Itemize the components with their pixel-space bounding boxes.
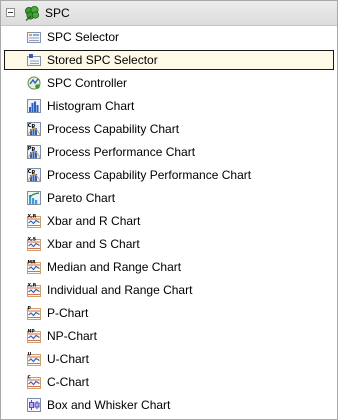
individual-range-chart-icon: X,R (27, 283, 41, 297)
tree-item[interactable]: Pp Process Performance Chart (1, 141, 337, 164)
tree-item-label: Median and Range Chart (47, 260, 182, 274)
svg-text:X,R: X,R (28, 283, 37, 289)
tree-item-label: SPC Selector (47, 30, 120, 44)
tree-item[interactable]: Pareto Chart (1, 187, 337, 210)
tree-item[interactable]: U U-Chart (1, 348, 337, 371)
controller-icon (27, 76, 41, 90)
svg-text:MR: MR (28, 260, 37, 266)
p-chart-icon: P (27, 306, 41, 320)
tree-item[interactable]: Cp Process Capability Performance Chart (1, 164, 337, 187)
tree-item[interactable]: X,R Individual and Range Chart (1, 279, 337, 302)
tree-root-row[interactable]: SPC (1, 1, 337, 26)
tree-item-label: Process Capability Chart (47, 122, 180, 136)
tree-item-label: SPC Controller (47, 76, 128, 90)
tree-item-label: Box and Whisker Chart (47, 398, 171, 412)
xbar-s-chart-icon: X,S (27, 237, 41, 251)
tree-item[interactable]: P P-Chart (1, 302, 337, 325)
capability-chart-icon: Cp (27, 122, 41, 136)
svg-text:Cp: Cp (28, 169, 36, 175)
tree-root-label: SPC (45, 6, 70, 20)
tree-item[interactable]: SPC Selector (1, 26, 337, 49)
tree-item-label: NP-Chart (47, 329, 98, 343)
np-chart-icon: NP (27, 329, 41, 343)
box-whisker-chart-icon (27, 398, 41, 412)
tree-item-label: U-Chart (47, 352, 90, 366)
svg-text:X,S: X,S (28, 237, 37, 243)
capability-performance-chart-icon: Cp (27, 168, 41, 182)
tree-item-label: Process Performance Chart (47, 145, 196, 159)
tree-item-label: Process Capability Performance Chart (47, 168, 252, 182)
tree-item-label: Stored SPC Selector (47, 53, 158, 67)
tree-item-label: Xbar and S Chart (47, 237, 140, 251)
svg-text:Cp: Cp (28, 123, 36, 129)
histogram-icon (27, 99, 41, 113)
tree-item[interactable]: SPC Controller (1, 72, 337, 95)
tree-item[interactable]: Histogram Chart (1, 95, 337, 118)
tree-children: SPC Selector Stored SPC Selector SPC Con… (1, 26, 337, 417)
spc-tree-panel: SPC SPC Selector Stored SPC Selector SPC… (0, 0, 338, 420)
tree-item[interactable]: Box and Whisker Chart (1, 394, 337, 417)
tree-item[interactable]: X,S Xbar and S Chart (1, 233, 337, 256)
stored-selector-icon (27, 53, 41, 67)
median-range-chart-icon: MR (27, 260, 41, 274)
tree-item-label: Individual and Range Chart (47, 283, 193, 297)
c-chart-icon: C (27, 375, 41, 389)
tree-item[interactable]: Stored SPC Selector (1, 49, 337, 72)
pareto-icon (27, 191, 41, 205)
tree-item[interactable]: X,R Xbar and R Chart (1, 210, 337, 233)
tree-item-label: C-Chart (47, 375, 90, 389)
svg-text:U: U (28, 352, 32, 358)
tree-item-label: Histogram Chart (47, 99, 135, 113)
collapse-toggle-icon[interactable] (6, 8, 15, 17)
tree-item[interactable]: Cp Process Capability Chart (1, 118, 337, 141)
svg-text:Pp: Pp (28, 146, 36, 152)
svg-text:NP: NP (28, 329, 36, 335)
svg-text:X,R: X,R (28, 214, 37, 220)
selector-icon (27, 30, 41, 44)
performance-chart-icon: Pp (27, 145, 41, 159)
tree-item[interactable]: C C-Chart (1, 371, 337, 394)
clover-icon (25, 6, 40, 21)
tree-item-label: P-Chart (47, 306, 89, 320)
xbar-r-chart-icon: X,R (27, 214, 41, 228)
tree-item-label: Xbar and R Chart (47, 214, 141, 228)
tree-item-label: Pareto Chart (47, 191, 116, 205)
tree-item[interactable]: MR Median and Range Chart (1, 256, 337, 279)
tree-item[interactable]: NP NP-Chart (1, 325, 337, 348)
u-chart-icon: U (27, 352, 41, 366)
